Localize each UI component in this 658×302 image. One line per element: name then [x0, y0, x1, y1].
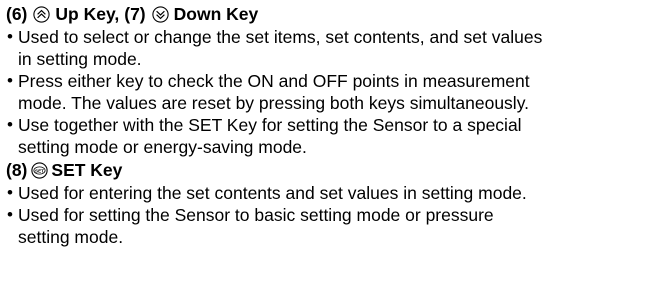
bullet-text-line2: setting mode or energy-saving mode.	[18, 137, 307, 157]
bullet-dot: •	[7, 183, 13, 202]
list-item: • Used for entering the set contents and…	[6, 182, 658, 204]
bullet-dot: •	[7, 115, 13, 134]
bullet-text-line2: mode. The values are reset by pressing b…	[18, 93, 530, 113]
up-down-key-bullet-list: • Used to select or change the set items…	[6, 26, 658, 158]
double-chevron-up-icon	[33, 5, 51, 23]
bullet-text-line1: Used for entering the set contents and s…	[18, 183, 527, 203]
bullet-text-line1: Use together with the SET Key for settin…	[18, 115, 522, 135]
bullet-text-line1: Used to select or change the set items, …	[18, 27, 543, 47]
list-item: • Used for setting the Sensor to basic s…	[6, 204, 658, 248]
bullet-dot: •	[7, 27, 13, 46]
section-heading-set-key: (8) SET SET Key	[6, 158, 658, 182]
bullet-dot: •	[7, 205, 13, 224]
manual-page: (6) Up Key, (7) Down Key • Used to selec…	[0, 0, 658, 302]
heading-up-key-label: Up Key,	[55, 4, 120, 24]
set-key-icon: SET	[31, 161, 49, 179]
section-heading-up-down-keys: (6) Up Key, (7) Down Key	[6, 2, 658, 26]
bullet-text-line1: Used for setting the Sensor to basic set…	[18, 205, 494, 225]
heading-number-7: (7)	[124, 4, 146, 24]
heading-set-key-label: SET Key	[51, 160, 123, 180]
bullet-text-line1: Press either key to check the ON and OFF…	[18, 71, 530, 91]
heading-number-6: (6)	[6, 4, 28, 24]
double-chevron-down-icon	[151, 5, 169, 23]
heading-number-8: (8)	[6, 160, 28, 180]
bullet-text-line2: in setting mode.	[18, 49, 142, 69]
list-item: • Use together with the SET Key for sett…	[6, 114, 658, 158]
set-key-bullet-list: • Used for entering the set contents and…	[6, 182, 658, 248]
heading-down-key-label: Down Key	[173, 4, 259, 24]
set-key-icon-text: SET	[35, 168, 44, 173]
bullet-dot: •	[7, 71, 13, 90]
list-item: • Press either key to check the ON and O…	[6, 70, 658, 114]
bullet-text-line2: setting mode.	[18, 227, 124, 247]
list-item: • Used to select or change the set items…	[6, 26, 658, 70]
